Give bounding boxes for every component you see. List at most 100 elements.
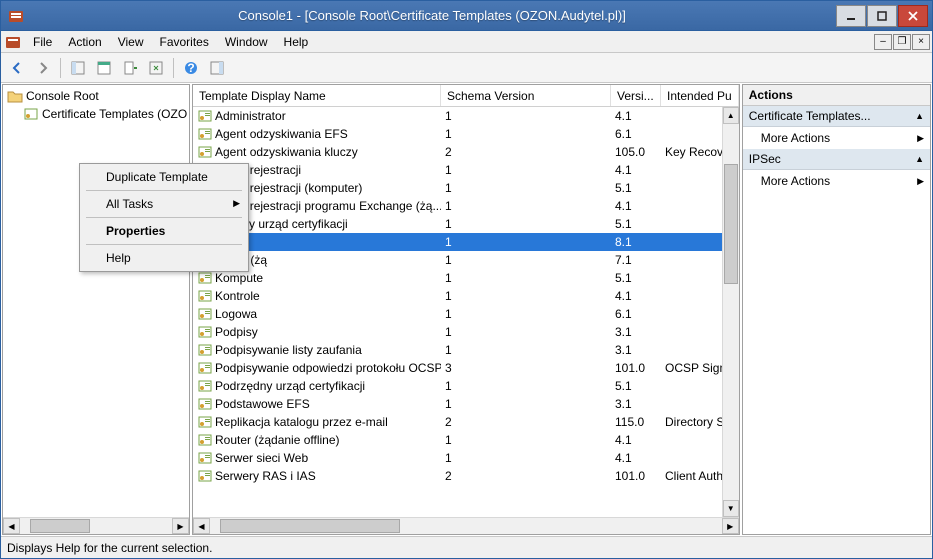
table-row[interactable]: Podrzędny urząd certyfikacji15.1 [193, 377, 739, 395]
help-button[interactable]: ? [179, 56, 203, 80]
mdi-minimize[interactable]: – [874, 34, 892, 50]
cell-version: 4.1 [615, 451, 632, 465]
table-row[interactable]: Agent odzyskiwania EFS16.1 [193, 125, 739, 143]
titlebar: Console1 - [Console Root\Certificate Tem… [1, 1, 932, 31]
col-schema-version[interactable]: Schema Version [441, 85, 611, 106]
table-row[interactable]: Podpisywanie listy zaufania13.1 [193, 341, 739, 359]
tree-pane: Console Root Certificate Templates (OZON… [2, 84, 190, 535]
cell-schema: 1 [445, 235, 452, 249]
table-row[interactable]: IPSec (żą17.1 [193, 251, 739, 269]
menu-window[interactable]: Window [217, 33, 276, 51]
context-menu: Duplicate Template All Tasks▶ Properties… [79, 163, 249, 272]
actions-section-ipsec[interactable]: IPSec ▲ [743, 149, 930, 170]
table-row[interactable]: Podstawowe EFS13.1 [193, 395, 739, 413]
cell-schema: 2 [445, 415, 452, 429]
chevron-up-icon: ▲ [915, 111, 924, 121]
actions-section-label: IPSec [749, 152, 781, 166]
cert-icon [197, 378, 213, 394]
chevron-up-icon: ▲ [915, 154, 924, 164]
cell-schema: 2 [445, 469, 452, 483]
table-row[interactable]: Główny urząd certyfikacji15.1 [193, 215, 739, 233]
close-button[interactable] [898, 5, 928, 27]
tree-root[interactable]: Console Root [5, 87, 187, 105]
refresh-button[interactable] [144, 56, 168, 80]
scroll-right-icon[interactable]: ▶ [722, 518, 739, 534]
cell-version: 105.0 [615, 145, 645, 159]
cell-display-name: Serwer sieci Web [215, 451, 308, 465]
scroll-left-icon[interactable]: ◀ [3, 518, 20, 534]
tree-hscroll-thumb[interactable] [30, 519, 90, 533]
table-row[interactable]: Agent rejestracji14.1 [193, 161, 739, 179]
svg-text:?: ? [187, 61, 194, 75]
table-row[interactable]: Serwery RAS i IAS2101.0Client Auth [193, 467, 739, 485]
table-row[interactable]: Serwer sieci Web14.1 [193, 449, 739, 467]
cert-icon [197, 414, 213, 430]
table-row[interactable]: Replikacja katalogu przez e-mail2115.0Di… [193, 413, 739, 431]
table-row[interactable]: Administrator14.1 [193, 107, 739, 125]
show-hide-tree-button[interactable] [66, 56, 90, 80]
status-text: Displays Help for the current selection. [7, 541, 212, 555]
cell-schema: 2 [445, 145, 452, 159]
cell-schema: 1 [445, 343, 452, 357]
actions-more-2[interactable]: More Actions ▶ [743, 170, 930, 192]
list-hscroll[interactable]: ◀ ▶ [193, 517, 739, 534]
scroll-up-icon[interactable]: ▲ [723, 107, 739, 124]
cell-intended: Key Recove [665, 145, 730, 159]
cert-icon [197, 342, 213, 358]
menu-favorites[interactable]: Favorites [152, 33, 217, 51]
scroll-left-icon[interactable]: ◀ [193, 518, 210, 534]
cert-icon [197, 450, 213, 466]
forward-button[interactable] [31, 56, 55, 80]
mdi-restore[interactable]: ❐ [893, 34, 911, 50]
actions-section-label: Certificate Templates... [749, 109, 871, 123]
table-row[interactable]: Agent rejestracji programu Exchange (żą.… [193, 197, 739, 215]
tree-cert-templates[interactable]: Certificate Templates (OZON [5, 105, 187, 123]
list-vscroll[interactable]: ▲ ▼ [722, 107, 739, 517]
cell-schema: 1 [445, 379, 452, 393]
actions-section-cert-templates[interactable]: Certificate Templates... ▲ [743, 106, 930, 127]
cell-version: 6.1 [615, 127, 632, 141]
cell-display-name: Administrator [215, 109, 286, 123]
cell-schema: 1 [445, 181, 452, 195]
list-hscroll-thumb[interactable] [220, 519, 400, 533]
export-list-button[interactable] [118, 56, 142, 80]
cell-display-name: Agent odzyskiwania EFS [215, 127, 348, 141]
table-row[interactable]: Kompute15.1 [193, 269, 739, 287]
cell-display-name: Kontrole [215, 289, 260, 303]
col-intended-purpose[interactable]: Intended Pu [661, 85, 739, 106]
menu-view[interactable]: View [110, 33, 152, 51]
ctx-properties[interactable]: Properties [82, 220, 246, 242]
list-vscroll-thumb[interactable] [724, 164, 738, 284]
cert-icon [197, 306, 213, 322]
back-button[interactable] [5, 56, 29, 80]
scroll-down-icon[interactable]: ▼ [723, 500, 739, 517]
col-version[interactable]: Versi... [611, 85, 661, 106]
list-header: Template Display Name Schema Version Ver… [193, 85, 739, 107]
show-hide-action-button[interactable] [205, 56, 229, 80]
tree-hscroll[interactable]: ◀ ▶ [3, 517, 189, 534]
table-row[interactable]: Podpisywanie odpowiedzi protokołu OCSP31… [193, 359, 739, 377]
chevron-right-icon: ▶ [917, 176, 924, 187]
menu-help[interactable]: Help [276, 33, 317, 51]
properties-button[interactable] [92, 56, 116, 80]
ctx-duplicate-template[interactable]: Duplicate Template [82, 166, 246, 188]
table-row[interactable]: Kontrole14.1 [193, 287, 739, 305]
client-area: Console Root Certificate Templates (OZON… [1, 83, 932, 536]
table-row[interactable]: Agent odzyskiwania kluczy2105.0Key Recov… [193, 143, 739, 161]
table-row[interactable]: Agent rejestracji (komputer)15.1 [193, 179, 739, 197]
col-display-name[interactable]: Template Display Name [193, 85, 441, 106]
ctx-all-tasks[interactable]: All Tasks▶ [82, 193, 246, 215]
menu-file[interactable]: File [25, 33, 60, 51]
table-row[interactable]: IPSec18.1 [193, 233, 739, 251]
minimize-button[interactable] [836, 5, 866, 27]
mdi-close[interactable]: × [912, 34, 930, 50]
ctx-help[interactable]: Help [82, 247, 246, 269]
scroll-right-icon[interactable]: ▶ [172, 518, 189, 534]
cell-version: 115.0 [615, 415, 644, 429]
table-row[interactable]: Router (żądanie offline)14.1 [193, 431, 739, 449]
maximize-button[interactable] [867, 5, 897, 27]
table-row[interactable]: Logowa16.1 [193, 305, 739, 323]
menu-action[interactable]: Action [60, 33, 109, 51]
table-row[interactable]: Podpisy13.1 [193, 323, 739, 341]
actions-more-1[interactable]: More Actions ▶ [743, 127, 930, 149]
